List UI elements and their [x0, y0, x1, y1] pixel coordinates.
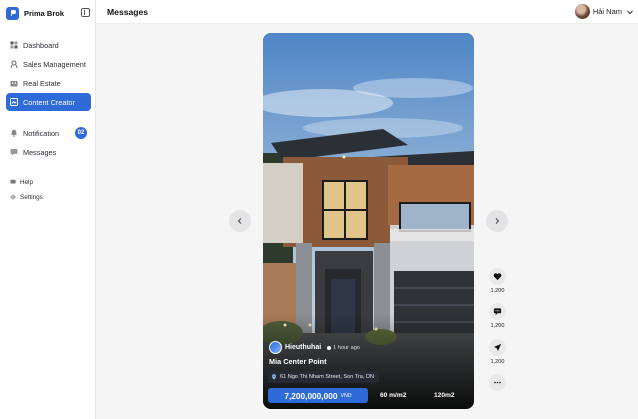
content-icon — [10, 98, 18, 106]
sidebar-item-content-creator[interactable]: Content Creator — [6, 93, 91, 111]
sidebar-item-label: Content Creator — [23, 97, 75, 107]
price-per-area: 60 m/m2 — [380, 392, 407, 399]
sidebar-item-label: Help — [20, 178, 33, 186]
gear-icon — [10, 194, 16, 200]
sidebar-item-label: Notification — [23, 128, 60, 138]
top-bar: Messages Hải Nam — [96, 0, 638, 24]
author-avatar — [269, 341, 282, 354]
more-action[interactable] — [488, 374, 507, 391]
chevron-down-icon — [627, 10, 633, 14]
more-horizontal-icon — [494, 381, 501, 384]
sidebar-item-label: Settings — [20, 193, 43, 201]
send-icon — [493, 343, 502, 352]
sidebar-item-settings[interactable]: Settings — [6, 190, 91, 204]
area: 120m2 — [434, 392, 455, 399]
clock-icon — [327, 345, 332, 350]
message-icon — [10, 148, 18, 156]
like-button[interactable] — [489, 268, 506, 285]
brand-logo-icon — [6, 6, 19, 20]
sidebar-item-label: Dashboard — [23, 40, 59, 50]
sidebar-item-notification[interactable]: Notification 02 — [6, 124, 91, 142]
property-address: 61 Ngo Thi Nham Street, Son Tra, DN — [268, 371, 380, 383]
like-count: 1,200 — [490, 288, 505, 294]
sidebar-item-help[interactable]: Help — [6, 175, 91, 189]
building-icon — [10, 79, 18, 87]
sidebar-item-sales-management[interactable]: Sales Management — [6, 55, 91, 73]
post-time-text: 1 hour ago — [333, 344, 360, 351]
address-text: 61 Ngo Thi Nham Street, Son Tra, DN — [280, 374, 375, 380]
like-action[interactable]: 1,200 — [488, 268, 507, 294]
previous-button[interactable] — [229, 210, 251, 232]
user-menu[interactable]: Hải Nam — [574, 4, 634, 19]
sidebar-item-dashboard[interactable]: Dashboard — [6, 36, 91, 54]
brand-name: Prima Brok — [24, 8, 65, 18]
author-name: Hieuthuhai — [285, 344, 322, 351]
sidebar-toggle-icon[interactable] — [81, 8, 90, 17]
help-icon — [10, 179, 16, 185]
comment-icon — [493, 308, 502, 316]
sidebar-item-label: Sales Management — [23, 59, 86, 69]
bell-icon — [10, 129, 18, 137]
sales-icon — [10, 60, 18, 68]
share-count: 1,200 — [490, 359, 505, 365]
user-name: Hải Nam — [592, 7, 622, 16]
notification-badge: 02 — [75, 127, 87, 139]
sidebar-item-label: Messages — [23, 147, 57, 157]
share-action[interactable]: 1,200 — [488, 339, 507, 365]
chevron-right-icon — [495, 218, 500, 224]
share-button[interactable] — [489, 339, 506, 356]
comment-button[interactable] — [489, 303, 506, 320]
location-pin-icon — [272, 374, 276, 380]
sidebar-item-real-estate[interactable]: Real Estate — [6, 74, 91, 92]
price-currency: VND — [340, 392, 352, 399]
next-button[interactable] — [486, 210, 508, 232]
dashboard-icon — [10, 41, 18, 49]
heart-icon — [493, 273, 502, 281]
price-value: 7,200,000,000 — [284, 390, 338, 401]
property-title: Mia Center Point — [269, 357, 327, 366]
post-time: 1 hour ago — [327, 345, 360, 351]
avatar — [574, 4, 590, 19]
brand: Prima Brok — [6, 5, 92, 21]
page-title: Messages — [107, 7, 149, 17]
sidebar: Prima Brok Dashboard Sales Management Re… — [0, 0, 96, 419]
comment-count: 1,200 — [490, 323, 505, 329]
post-author[interactable]: Hieuthuhai 1 hour ago — [269, 341, 360, 354]
sidebar-item-messages[interactable]: Messages — [6, 143, 91, 161]
chevron-left-icon — [237, 218, 242, 224]
more-button[interactable] — [489, 374, 506, 391]
comment-action[interactable]: 1,200 — [488, 303, 507, 329]
sidebar-item-label: Real Estate — [23, 78, 61, 88]
price-badge: 7,200,000,000 VND — [268, 388, 368, 403]
